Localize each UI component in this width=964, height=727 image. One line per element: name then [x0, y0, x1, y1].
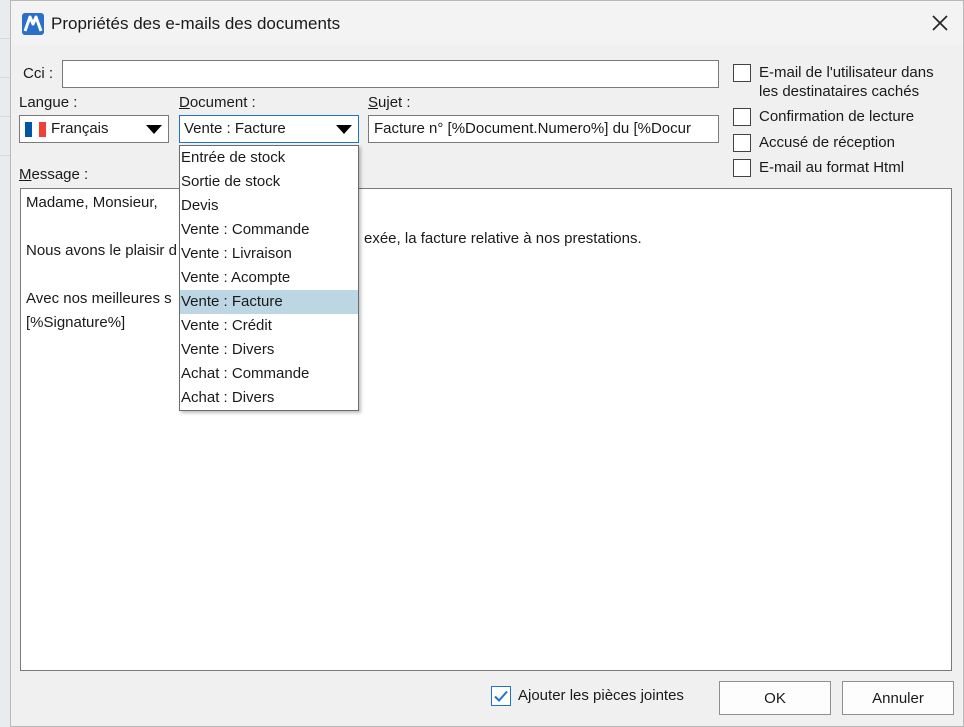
dropdown-option[interactable]: Vente : Acompte	[180, 266, 358, 290]
checkbox-box[interactable]	[733, 64, 751, 82]
message-line: [%Signature%]	[26, 314, 126, 331]
cancel-button[interactable]: Annuler	[842, 681, 954, 715]
dropdown-option[interactable]: Devis	[180, 194, 358, 218]
chevron-down-icon	[336, 125, 352, 134]
html-format-label: E-mail au format Html	[759, 159, 905, 176]
checkbox-box[interactable]	[733, 134, 751, 152]
hidden-recipient-checkbox[interactable]: E-mail de l'utilisateur dans les destina…	[733, 63, 934, 101]
document-label-text: ocument :	[189, 94, 256, 111]
chevron-down-icon	[146, 125, 162, 134]
delivery-receipt-checkbox[interactable]: Accusé de réception	[733, 133, 895, 152]
dropdown-option[interactable]: Vente : Livraison	[180, 242, 358, 266]
document-select[interactable]: Vente : Facture	[179, 115, 359, 143]
checkbox-box[interactable]	[733, 108, 751, 126]
window-title: Propriétés des e-mails des documents	[51, 14, 341, 33]
dropdown-option[interactable]: Vente : Crédit	[180, 314, 358, 338]
checkbox-box[interactable]	[733, 159, 751, 177]
checkmark-icon	[494, 690, 508, 702]
langue-label: Langue :	[19, 94, 78, 111]
attach-files-checkbox[interactable]: Ajouter les pièces jointes	[491, 686, 684, 706]
hidden-recipient-label: E-mail de l'utilisateur dans les destina…	[759, 63, 934, 101]
message-textarea[interactable]: Madame, Monsieur, Nous avons le plaisir …	[20, 188, 952, 671]
message-label: Message :	[19, 166, 89, 183]
dropdown-option[interactable]: Vente : Divers	[180, 338, 358, 362]
message-line-tail: exée, la facture relative à nos prestati…	[364, 230, 642, 247]
dropdown-option-selected[interactable]: Vente : Facture	[180, 290, 358, 314]
dialog-window: Propriétés des e-mails des documents Cci…	[10, 0, 964, 727]
close-icon	[932, 15, 948, 31]
message-line: Avec nos meilleures s	[26, 290, 172, 307]
html-format-checkbox[interactable]: E-mail au format Html	[733, 158, 904, 177]
title-bar: Propriétés des e-mails des documents	[11, 1, 963, 45]
langue-select[interactable]: Français	[19, 115, 169, 143]
read-confirmation-label: Confirmation de lecture	[759, 108, 915, 125]
cci-label: Cci :	[23, 65, 53, 82]
dropdown-option[interactable]: Entrée de stock	[180, 146, 358, 170]
dropdown-option[interactable]: Achat : Commande	[180, 362, 358, 386]
message-label-text: essage :	[31, 166, 89, 183]
dropdown-option[interactable]: Vente : Commande	[180, 218, 358, 242]
message-line	[26, 263, 946, 287]
document-value: Vente : Facture	[184, 120, 286, 137]
checkbox-box-checked[interactable]	[491, 686, 511, 706]
sujet-input[interactable]: Facture n° [%Document.Numero%] du [%Docu…	[368, 115, 719, 143]
cci-input[interactable]	[62, 60, 719, 88]
document-dropdown-list[interactable]: Entrée de stock Sortie de stock Devis Ve…	[179, 145, 359, 411]
france-flag-icon	[25, 122, 46, 137]
ok-button[interactable]: OK	[719, 681, 831, 715]
close-button[interactable]	[917, 1, 963, 45]
document-label: Document :	[179, 94, 256, 111]
sujet-label-text: ujet :	[378, 94, 411, 111]
sujet-label: Sujet :	[368, 94, 411, 111]
hidden-recipient-line1: E-mail de l'utilisateur dans	[759, 64, 934, 81]
hidden-recipient-line2: les destinataires cachés	[759, 83, 920, 100]
message-line: Madame, Monsieur,	[26, 194, 158, 211]
delivery-receipt-label: Accusé de réception	[759, 134, 895, 151]
langue-value: Français	[51, 120, 109, 137]
attach-files-label: Ajouter les pièces jointes	[518, 687, 684, 704]
dropdown-option[interactable]: Sortie de stock	[180, 170, 358, 194]
dropdown-option[interactable]: Achat : Divers	[180, 386, 358, 410]
read-confirmation-checkbox[interactable]: Confirmation de lecture	[733, 107, 914, 126]
app-logo-icon	[22, 13, 44, 35]
